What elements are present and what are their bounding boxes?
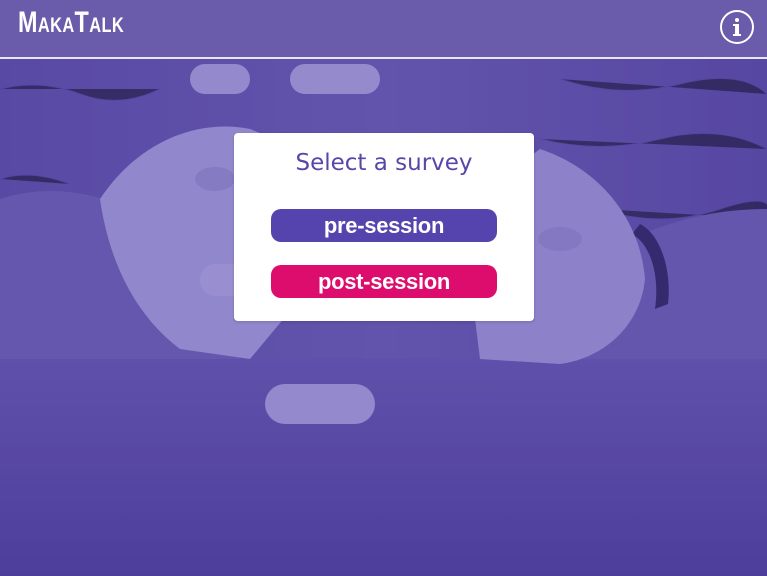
post-session-button[interactable]: post-session [271,265,497,298]
info-button[interactable] [720,10,754,44]
survey-dialog: Select a survey pre-session post-session [234,133,534,321]
dialog-title: Select a survey [295,150,473,176]
header-bar: MakaTalk [0,0,767,59]
pre-session-button[interactable]: pre-session [271,209,497,242]
app-logo: MakaTalk [18,6,125,39]
app-screen: MakaTalk Select a survey pre-session pos… [0,0,767,576]
info-icon [733,18,741,36]
